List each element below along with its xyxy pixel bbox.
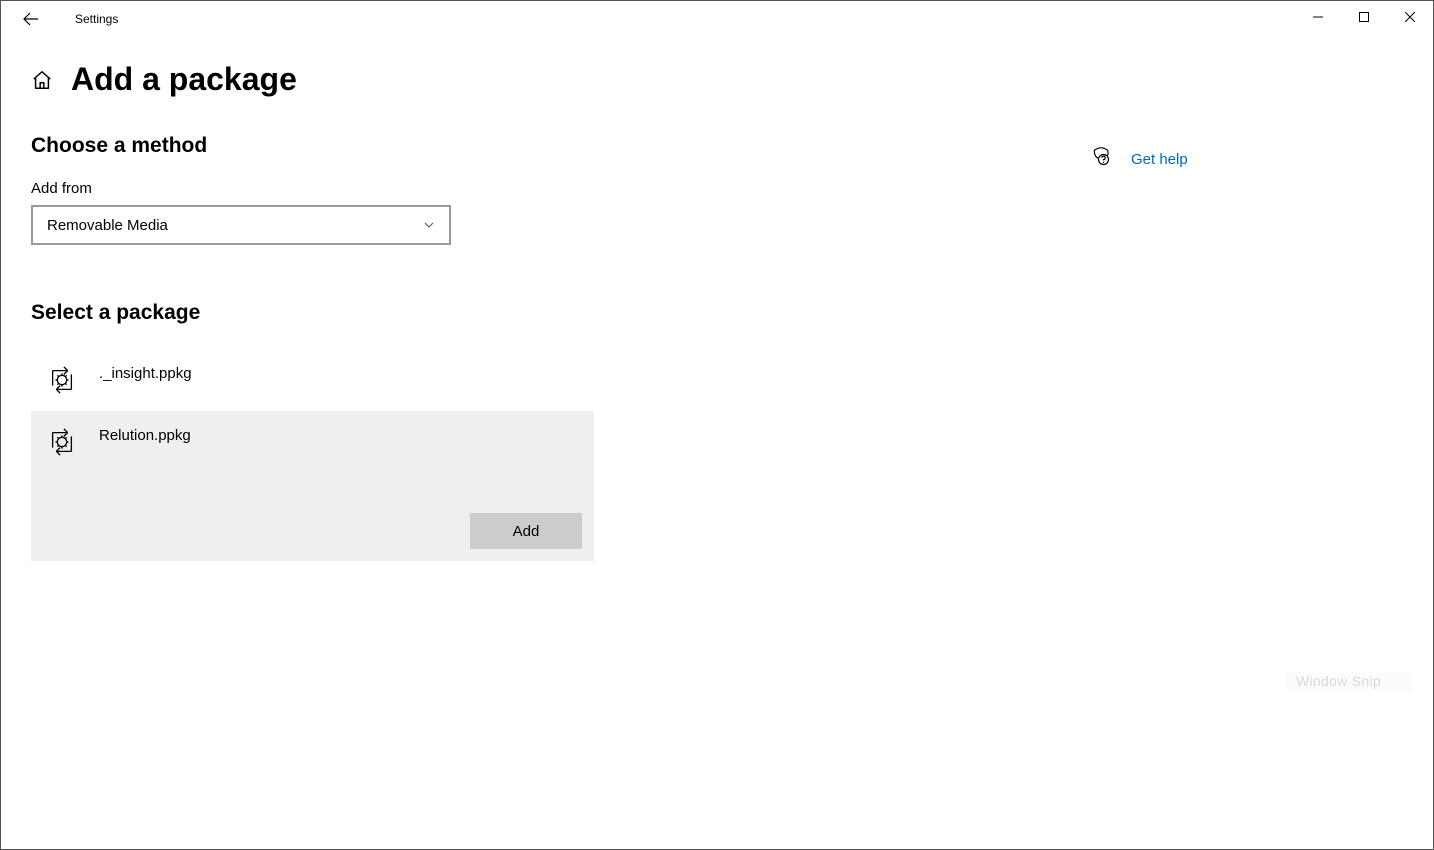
add-button[interactable]: Add bbox=[470, 513, 582, 549]
section-select-header: Select a package bbox=[31, 301, 1403, 325]
maximize-icon bbox=[1359, 12, 1369, 22]
chevron-down-icon bbox=[423, 219, 435, 231]
content-area: Add a package Choose a method Add from R… bbox=[1, 37, 1433, 561]
package-list: ._insight.ppkg Relution.ppkg Add bbox=[31, 349, 594, 561]
back-button[interactable] bbox=[11, 1, 51, 37]
section-method-header: Choose a method bbox=[31, 134, 1403, 158]
close-icon bbox=[1405, 12, 1415, 22]
maximize-button[interactable] bbox=[1341, 1, 1387, 33]
help-section: Get help bbox=[1091, 147, 1188, 172]
titlebar: Settings bbox=[1, 1, 1433, 37]
package-icon bbox=[47, 427, 77, 457]
package-icon bbox=[47, 365, 77, 395]
package-item-selected[interactable]: Relution.ppkg Add bbox=[31, 411, 594, 561]
help-icon bbox=[1091, 147, 1111, 172]
home-icon bbox=[31, 69, 53, 91]
package-name: Relution.ppkg bbox=[99, 427, 191, 444]
add-from-label: Add from bbox=[31, 180, 1403, 197]
minimize-icon bbox=[1313, 12, 1323, 22]
page-header: Add a package bbox=[31, 61, 1403, 98]
page-title: Add a package bbox=[71, 61, 297, 98]
package-name: ._insight.ppkg bbox=[99, 365, 192, 382]
window-controls bbox=[1295, 1, 1433, 33]
minimize-button[interactable] bbox=[1295, 1, 1341, 33]
get-help-link[interactable]: Get help bbox=[1131, 151, 1188, 168]
app-title: Settings bbox=[51, 12, 118, 26]
package-item[interactable]: ._insight.ppkg bbox=[31, 349, 594, 411]
home-button[interactable] bbox=[31, 69, 53, 91]
dropdown-value: Removable Media bbox=[47, 217, 168, 234]
add-from-dropdown[interactable]: Removable Media bbox=[31, 205, 451, 245]
close-button[interactable] bbox=[1387, 1, 1433, 33]
back-arrow-icon bbox=[23, 11, 39, 27]
watermark-snip: Window Snip bbox=[1286, 671, 1413, 691]
